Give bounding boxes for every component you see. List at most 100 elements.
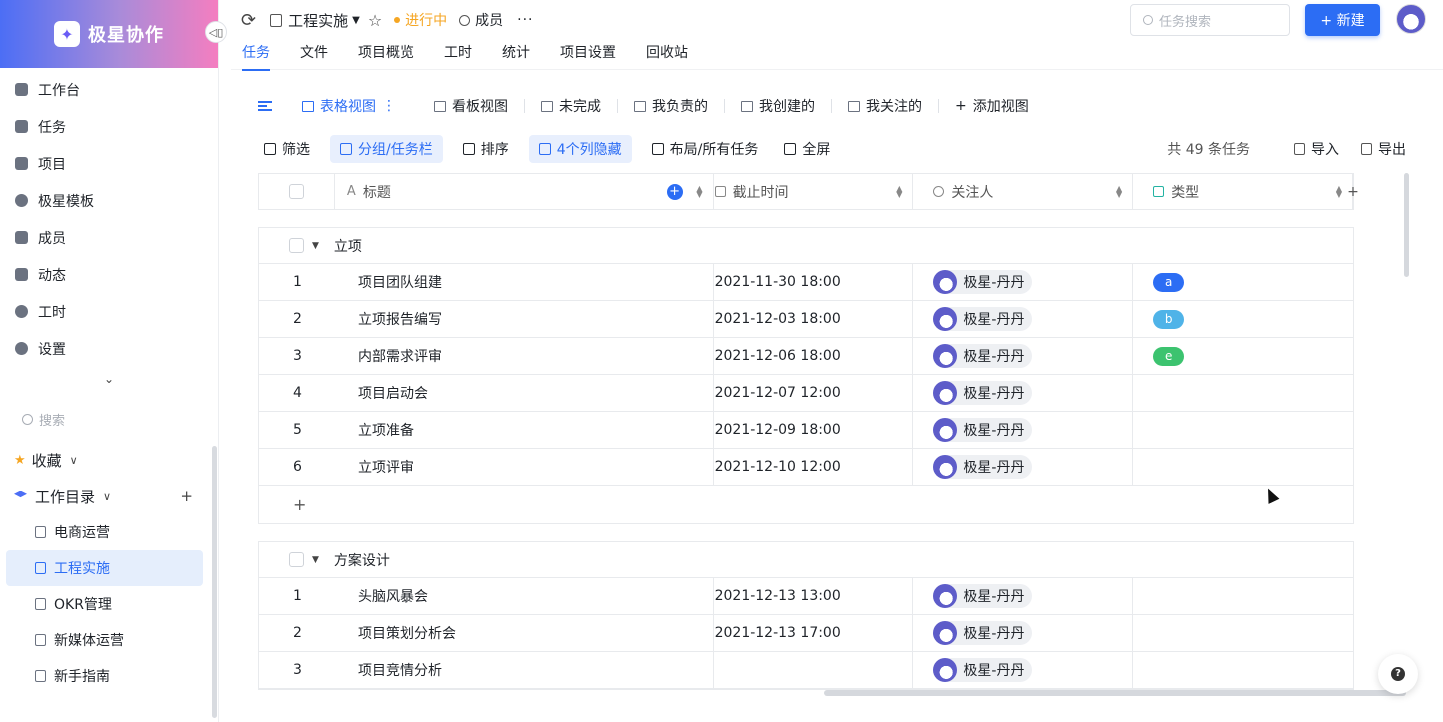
- group-checkbox[interactable]: [289, 238, 304, 253]
- task-title[interactable]: 立项准备: [335, 412, 714, 448]
- task-type[interactable]: [1133, 615, 1353, 651]
- sidebar-item-7[interactable]: 设置: [0, 330, 218, 367]
- watcher-chip[interactable]: 极星-丹丹: [933, 621, 1033, 645]
- task-due-date[interactable]: 2021-12-13 13:00: [714, 578, 914, 614]
- watcher-chip[interactable]: 极星-丹丹: [933, 658, 1033, 682]
- collapse-sidebar-icon[interactable]: ◁▯: [205, 21, 227, 43]
- task-watchers[interactable]: 极星-丹丹: [913, 338, 1134, 374]
- view-tab[interactable]: 我负责的: [634, 96, 708, 116]
- table-row[interactable]: 6 立项评审 2021-12-10 12:00 极星-丹丹: [259, 449, 1353, 486]
- task-title[interactable]: 内部需求评审: [335, 338, 714, 374]
- add-dir-icon[interactable]: +: [180, 487, 193, 505]
- task-title[interactable]: 头脑风暴会: [335, 578, 714, 614]
- task-watchers[interactable]: 极星-丹丹: [913, 449, 1134, 485]
- project-title[interactable]: 工程实施: [288, 10, 348, 31]
- task-title[interactable]: 立项评审: [335, 449, 714, 485]
- task-type[interactable]: b: [1133, 301, 1353, 337]
- tab-0[interactable]: 任务: [242, 40, 270, 71]
- view-tab[interactable]: 未完成: [541, 96, 601, 116]
- select-all-checkbox[interactable]: [288, 184, 304, 199]
- watcher-chip[interactable]: 极星-丹丹: [933, 307, 1033, 331]
- export-button[interactable]: 导出: [1361, 139, 1406, 159]
- sort-arrows-icon[interactable]: ▲ ▼: [1336, 184, 1342, 198]
- column-header-type[interactable]: 类型 ▲ ▼: [1133, 174, 1353, 209]
- task-watchers[interactable]: 极星-丹丹: [913, 578, 1134, 614]
- view-options-icon[interactable]: ⋮: [382, 98, 396, 114]
- task-title[interactable]: 项目启动会: [335, 375, 714, 411]
- fullscreen-button[interactable]: 全屏: [778, 135, 836, 163]
- task-type[interactable]: [1133, 652, 1353, 688]
- task-title[interactable]: 项目竞情分析: [335, 652, 714, 688]
- task-type[interactable]: e: [1133, 338, 1353, 374]
- table-row[interactable]: 3 项目竞情分析 极星-丹丹: [259, 652, 1353, 689]
- task-title[interactable]: 项目策划分析会: [335, 615, 714, 651]
- column-header-due[interactable]: 截止时间 ▲ ▼: [714, 174, 914, 209]
- tab-2[interactable]: 项目概览: [358, 40, 414, 70]
- caret-down-icon[interactable]: ▼: [352, 15, 360, 26]
- add-row-icon[interactable]: +: [259, 486, 1353, 523]
- task-due-date[interactable]: 2021-12-06 18:00: [714, 338, 914, 374]
- add-task-icon[interactable]: +: [666, 183, 683, 200]
- doc-item[interactable]: 新手指南: [6, 658, 203, 694]
- table-row[interactable]: 2 项目策划分析会 2021-12-13 17:00 极星-丹丹: [259, 615, 1353, 652]
- task-type[interactable]: [1133, 449, 1353, 485]
- tab-6[interactable]: 回收站: [646, 40, 688, 70]
- tab-1[interactable]: 文件: [300, 40, 328, 70]
- watcher-chip[interactable]: 极星-丹丹: [933, 584, 1033, 608]
- watcher-chip[interactable]: 极星-丹丹: [933, 455, 1033, 479]
- task-type[interactable]: [1133, 412, 1353, 448]
- task-title[interactable]: 项目团队组建: [335, 264, 714, 300]
- task-search-input[interactable]: 任务搜索: [1130, 4, 1290, 36]
- refresh-icon[interactable]: ⟳: [241, 10, 256, 31]
- sidebar-item-5[interactable]: 动态: [0, 256, 218, 293]
- sidebar-item-1[interactable]: 任务: [0, 108, 218, 145]
- table-row[interactable]: 1 头脑风暴会 2021-12-13 13:00 极星-丹丹: [259, 578, 1353, 615]
- filter-button[interactable]: 筛选: [258, 135, 316, 163]
- status-label[interactable]: 进行中: [405, 10, 447, 30]
- doc-item[interactable]: 电商运营: [6, 514, 203, 550]
- sidebar-item-0[interactable]: 工作台: [0, 71, 218, 108]
- task-title[interactable]: 立项报告编写: [335, 301, 714, 337]
- import-button[interactable]: 导入: [1294, 139, 1339, 159]
- horizontal-scrollbar[interactable]: [824, 690, 1406, 696]
- doc-item[interactable]: 新媒体运营: [6, 622, 203, 658]
- sort-arrows-icon[interactable]: ▲ ▼: [1116, 184, 1122, 198]
- task-due-date[interactable]: 2021-12-13 17:00: [714, 615, 914, 651]
- tab-4[interactable]: 统计: [502, 40, 530, 70]
- doc-item[interactable]: 工程实施: [6, 550, 203, 586]
- sidebar-item-6[interactable]: 工时: [0, 293, 218, 330]
- sidebar-item-3[interactable]: 极星模板: [0, 182, 218, 219]
- table-row[interactable]: 3 内部需求评审 2021-12-06 18:00 极星-丹丹 e: [259, 338, 1353, 375]
- task-due-date[interactable]: 2021-12-09 18:00: [714, 412, 914, 448]
- workdir-section[interactable]: 工作目录 ∨ +: [0, 478, 218, 514]
- view-tab[interactable]: 表格视图 ⋮: [302, 96, 418, 116]
- watcher-chip[interactable]: 极星-丹丹: [933, 270, 1033, 294]
- sidebar-item-4[interactable]: 成员: [0, 219, 218, 256]
- task-watchers[interactable]: 极星-丹丹: [913, 375, 1134, 411]
- new-button[interactable]: + 新建: [1305, 4, 1380, 36]
- sort-arrows-icon[interactable]: ▲ ▼: [696, 184, 702, 198]
- group-button[interactable]: 分组/任务栏: [330, 135, 443, 163]
- sidebar-search[interactable]: 搜索: [22, 405, 196, 433]
- group-checkbox[interactable]: [289, 552, 304, 567]
- user-avatar[interactable]: [1396, 4, 1426, 34]
- chevron-down-icon[interactable]: ⌄: [0, 367, 218, 395]
- tab-3[interactable]: 工时: [444, 40, 472, 70]
- table-row[interactable]: 4 项目启动会 2021-12-07 12:00 极星-丹丹: [259, 375, 1353, 412]
- task-type[interactable]: a: [1133, 264, 1353, 300]
- view-tab[interactable]: + 添加视图: [955, 96, 1029, 116]
- doc-item[interactable]: OKR管理: [6, 586, 203, 622]
- hidden-columns-button[interactable]: 4个列隐藏: [528, 135, 632, 163]
- task-watchers[interactable]: 极星-丹丹: [913, 615, 1134, 651]
- help-button[interactable]: ?: [1378, 654, 1418, 694]
- star-outline-icon[interactable]: ☆: [368, 11, 382, 30]
- members-link[interactable]: 成员: [475, 10, 503, 30]
- task-watchers[interactable]: 极星-丹丹: [913, 264, 1134, 300]
- table-row[interactable]: 1 项目团队组建 2021-11-30 18:00 极星-丹丹 a: [259, 264, 1353, 301]
- watcher-chip[interactable]: 极星-丹丹: [933, 418, 1033, 442]
- view-tab[interactable]: 我创建的: [741, 96, 815, 116]
- sidebar-scrollbar[interactable]: [212, 446, 217, 718]
- sidebar-item-2[interactable]: 项目: [0, 145, 218, 182]
- task-due-date[interactable]: 2021-12-03 18:00: [714, 301, 914, 337]
- sort-button[interactable]: 排序: [457, 135, 515, 163]
